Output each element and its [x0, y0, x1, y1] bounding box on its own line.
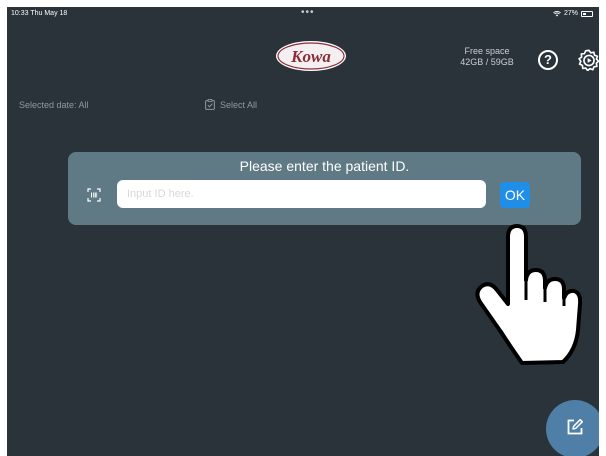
free-space-label: Free space: [464, 46, 510, 56]
select-all-label: Select All: [220, 99, 258, 110]
select-all-button[interactable]: Select All: [205, 99, 257, 110]
edit-icon: [567, 418, 584, 435]
free-space-indicator: Free space 42GB / 59GB: [451, 46, 523, 68]
selected-date-label[interactable]: Selected date: All: [19, 100, 89, 110]
status-time: 10:33 Thu May 18: [11, 10, 68, 17]
help-icon[interactable]: ?: [538, 50, 558, 70]
gear-icon[interactable]: [578, 49, 599, 71]
battery-icon: [581, 10, 593, 17]
multitask-dots[interactable]: •••: [301, 7, 315, 18]
dialog-title: Please enter the patient ID.: [239, 158, 410, 174]
patient-id-dialog: Please enter the patient ID. OK: [68, 152, 581, 225]
app-screen: 10:33 Thu May 18 ••• 27% Kowa Free space…: [7, 7, 599, 456]
ok-button[interactable]: OK: [500, 182, 530, 208]
pointing-hand-icon: [475, 224, 582, 365]
status-bar: 10:33 Thu May 18 ••• 27%: [7, 7, 599, 21]
patient-id-input[interactable]: [117, 180, 486, 208]
clipboard-check-icon: [205, 99, 215, 110]
barcode-scan-icon[interactable]: [87, 188, 101, 202]
wifi-icon: [553, 10, 561, 16]
status-right: 27%: [553, 10, 593, 17]
free-space-value: 42GB / 59GB: [460, 57, 514, 67]
new-entry-button[interactable]: [546, 400, 599, 456]
battery-percent: 27%: [563, 10, 578, 17]
kowa-logo: Kowa: [276, 41, 346, 71]
logo-text: Kowa: [290, 47, 331, 66]
